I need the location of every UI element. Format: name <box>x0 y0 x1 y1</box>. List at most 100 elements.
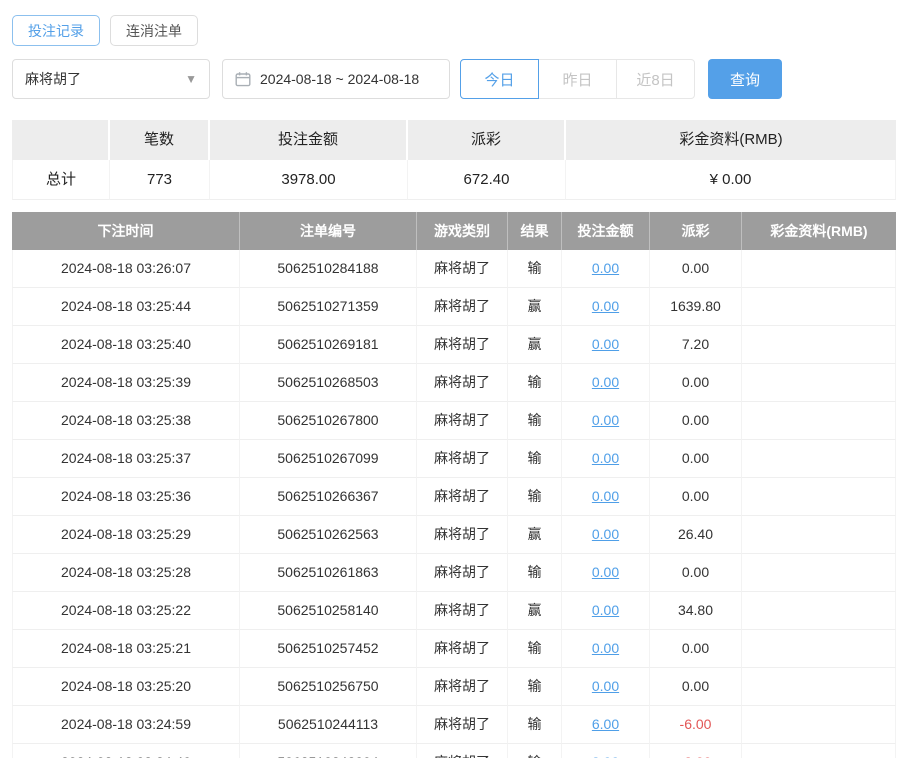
cell-result: 输 <box>508 668 562 706</box>
date-range-value: 2024-08-18 ~ 2024-08-18 <box>260 71 420 87</box>
cell-payout: -2.00 <box>650 744 742 758</box>
cell-bet-time: 2024-08-18 03:25:22 <box>12 592 240 630</box>
cell-bet-time: 2024-08-18 03:25:36 <box>12 478 240 516</box>
cell-result: 输 <box>508 250 562 288</box>
table-row: 2024-08-18 03:25:38 5062510267800 麻将胡了 输… <box>12 402 896 440</box>
bet-amount-link[interactable]: 0.00 <box>592 298 619 314</box>
bet-table-header-row: 下注时间 注单编号 游戏类别 结果 投注金额 派彩 彩金资料(RMB) <box>12 212 896 250</box>
summary-header-count: 笔数 <box>110 120 210 160</box>
table-row: 2024-08-18 03:24:59 5062510244113 麻将胡了 输… <box>12 706 896 744</box>
game-select[interactable]: 麻将胡了 ▼ <box>12 59 210 99</box>
cell-bonus <box>742 554 896 592</box>
summary-header-row: 笔数 投注金额 派彩 彩金资料(RMB) <box>12 120 896 160</box>
yesterday-button[interactable]: 昨日 <box>538 59 617 99</box>
summary-total-count: 773 <box>110 160 210 200</box>
cell-bet-time: 2024-08-18 03:25:20 <box>12 668 240 706</box>
cell-payout: 0.00 <box>650 440 742 478</box>
cell-bonus <box>742 668 896 706</box>
bet-amount-link[interactable]: 0.00 <box>592 564 619 580</box>
cell-result: 输 <box>508 744 562 758</box>
cell-order-number: 5062510271359 <box>240 288 417 326</box>
filter-bar: 麻将胡了 ▼ 2024-08-18 ~ 2024-08-18 今日 昨日 近8日… <box>12 59 896 99</box>
cell-game-type: 麻将胡了 <box>417 402 508 440</box>
calendar-icon <box>235 71 251 87</box>
cell-payout: 0.00 <box>650 478 742 516</box>
cell-game-type: 麻将胡了 <box>417 288 508 326</box>
bet-amount-link[interactable]: 0.00 <box>592 374 619 390</box>
cell-result: 赢 <box>508 516 562 554</box>
cell-bonus <box>742 250 896 288</box>
cell-bonus <box>742 440 896 478</box>
quick-date-buttons: 今日 昨日 近8日 <box>460 59 695 99</box>
last-8-days-button[interactable]: 近8日 <box>616 59 695 99</box>
bet-amount-link[interactable]: 0.00 <box>592 640 619 656</box>
cell-payout: 7.20 <box>650 326 742 364</box>
summary-header-payout: 派彩 <box>408 120 566 160</box>
cell-order-number: 5062510267800 <box>240 402 417 440</box>
header-bet-amount: 投注金额 <box>562 212 650 250</box>
cell-result: 输 <box>508 402 562 440</box>
table-row: 2024-08-18 03:25:29 5062510262563 麻将胡了 赢… <box>12 516 896 554</box>
cell-bonus <box>742 402 896 440</box>
top-tabs: 投注记录 连消注单 <box>12 15 896 46</box>
bet-amount-link[interactable]: 0.00 <box>592 336 619 352</box>
bet-amount-link[interactable]: 0.00 <box>592 450 619 466</box>
table-row: 2024-08-18 03:25:28 5062510261863 麻将胡了 输… <box>12 554 896 592</box>
header-order-number: 注单编号 <box>240 212 417 250</box>
today-button[interactable]: 今日 <box>460 59 539 99</box>
cell-bet-time: 2024-08-18 03:25:40 <box>12 326 240 364</box>
cell-order-number: 5062510258140 <box>240 592 417 630</box>
cell-order-number: 5062510268503 <box>240 364 417 402</box>
bet-amount-link[interactable]: 0.00 <box>592 412 619 428</box>
bet-amount-link[interactable]: 0.00 <box>592 602 619 618</box>
cell-bonus <box>742 364 896 402</box>
bet-amount-link[interactable]: 2.00 <box>592 754 619 758</box>
table-row: 2024-08-18 03:25:20 5062510256750 麻将胡了 输… <box>12 668 896 706</box>
cell-order-number: 5062510256750 <box>240 668 417 706</box>
header-bet-time: 下注时间 <box>12 212 240 250</box>
summary-total-label: 总计 <box>12 160 110 200</box>
cell-payout: 0.00 <box>650 554 742 592</box>
cell-payout: -6.00 <box>650 706 742 744</box>
cell-payout: 0.00 <box>650 668 742 706</box>
cell-bonus <box>742 706 896 744</box>
cell-result: 输 <box>508 478 562 516</box>
cell-payout: 0.00 <box>650 364 742 402</box>
tab-cancelled-orders[interactable]: 连消注单 <box>110 15 198 46</box>
cell-bet-time: 2024-08-18 03:25:39 <box>12 364 240 402</box>
bet-amount-link[interactable]: 0.00 <box>592 526 619 542</box>
cell-bet-time: 2024-08-18 03:25:37 <box>12 440 240 478</box>
bet-amount-link[interactable]: 6.00 <box>592 716 619 732</box>
cell-result: 输 <box>508 706 562 744</box>
cell-bonus <box>742 516 896 554</box>
summary-total-bet-amount: 3978.00 <box>210 160 408 200</box>
cell-payout: 26.40 <box>650 516 742 554</box>
cell-order-number: 5062510242094 <box>240 744 417 758</box>
bet-amount-link[interactable]: 0.00 <box>592 488 619 504</box>
cell-bet-time: 2024-08-18 03:24:49 <box>12 744 240 758</box>
cell-payout: 1639.80 <box>650 288 742 326</box>
table-row: 2024-08-18 03:25:44 5062510271359 麻将胡了 赢… <box>12 288 896 326</box>
header-result: 结果 <box>508 212 562 250</box>
table-row: 2024-08-18 03:26:07 5062510284188 麻将胡了 输… <box>12 250 896 288</box>
cell-bonus <box>742 630 896 668</box>
cell-order-number: 5062510257452 <box>240 630 417 668</box>
date-range-picker[interactable]: 2024-08-18 ~ 2024-08-18 <box>222 59 450 99</box>
tab-betting-records[interactable]: 投注记录 <box>12 15 100 46</box>
table-row: 2024-08-18 03:25:22 5062510258140 麻将胡了 赢… <box>12 592 896 630</box>
cell-bet-time: 2024-08-18 03:24:59 <box>12 706 240 744</box>
cell-result: 输 <box>508 440 562 478</box>
bet-amount-link[interactable]: 0.00 <box>592 678 619 694</box>
cell-game-type: 麻将胡了 <box>417 440 508 478</box>
cell-bonus <box>742 592 896 630</box>
header-payout: 派彩 <box>650 212 742 250</box>
cell-bonus <box>742 288 896 326</box>
query-button[interactable]: 查询 <box>708 59 782 99</box>
cell-payout: 0.00 <box>650 630 742 668</box>
summary-total-bonus: ¥ 0.00 <box>566 160 896 200</box>
cell-bet-time: 2024-08-18 03:26:07 <box>12 250 240 288</box>
bet-amount-link[interactable]: 0.00 <box>592 260 619 276</box>
summary-total-payout: 672.40 <box>408 160 566 200</box>
cell-game-type: 麻将胡了 <box>417 630 508 668</box>
cell-result: 输 <box>508 630 562 668</box>
